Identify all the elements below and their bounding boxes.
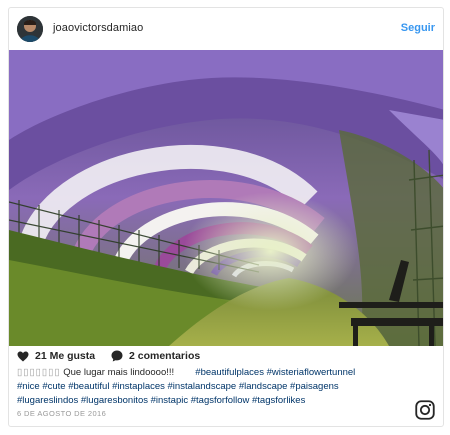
username-link[interactable]: joaovictorsdamiao	[53, 22, 143, 34]
caption-hashtags[interactable]: #nice #cute #beautiful #instaplaces #ins…	[17, 380, 437, 394]
follow-button[interactable]: Seguir	[401, 22, 435, 34]
likes-count[interactable]: 21 Me gusta	[35, 350, 95, 362]
post-header: joaovictorsdamiao Seguir	[9, 8, 443, 50]
caption-hashtags[interactable]: #lugareslindos #lugaresbonitos #instapic…	[17, 394, 437, 408]
post-date[interactable]: 6 DE AGOSTO DE 2016	[17, 409, 106, 418]
instagram-post-card: joaovictorsdamiao Seguir 21 Me gusta 2 c…	[8, 7, 444, 427]
caption-text: Que lugar mais lindoooo!!!	[63, 367, 175, 378]
heart-icon[interactable]	[17, 351, 29, 362]
caption-emoji-placeholder: ▯▯▯▯▯▯▯	[17, 367, 61, 378]
post-photo[interactable]	[9, 50, 443, 346]
caption-line: ▯▯▯▯▯▯▯ Que lugar mais lindoooo!!! #beau…	[17, 366, 437, 380]
like-control[interactable]: 21 Me gusta	[17, 350, 95, 362]
caption-hashtags[interactable]: #beautifulplaces #wisteriaflowertunnel	[195, 367, 355, 378]
post-caption: ▯▯▯▯▯▯▯ Que lugar mais lindoooo!!! #beau…	[17, 366, 437, 408]
comment-bubble-icon[interactable]	[111, 350, 123, 362]
instagram-logo-icon[interactable]	[415, 400, 435, 420]
user-avatar[interactable]	[17, 16, 43, 42]
comment-control[interactable]: 2 comentarios	[111, 350, 200, 362]
comments-count[interactable]: 2 comentarios	[129, 350, 200, 362]
